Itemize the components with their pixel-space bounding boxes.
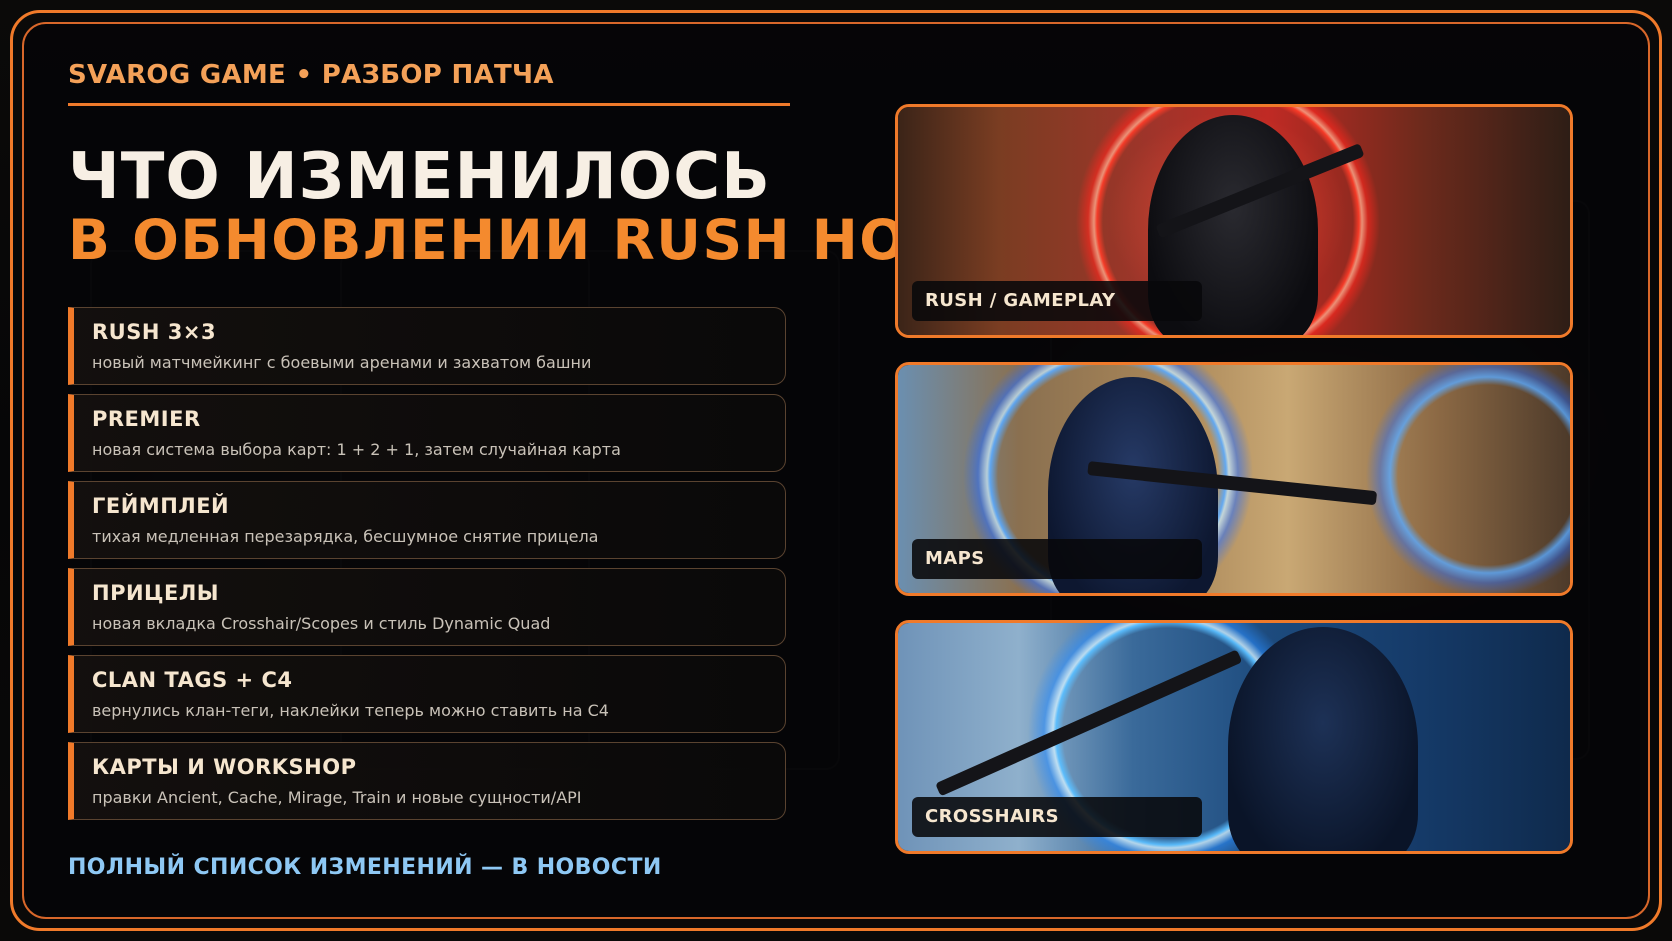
kicker: SVAROG GAME • РАЗБОР ПАТЧА	[68, 60, 554, 90]
page-subtitle: В ОБНОВЛЕНИИ RUSH HOUR	[68, 208, 998, 272]
soldier-silhouette	[1228, 627, 1418, 851]
change-item-clan-tags: CLAN TAGS + C4 вернулись клан-теги, накл…	[68, 655, 786, 733]
change-description: новая система выбора карт: 1 + 2 + 1, за…	[92, 440, 621, 459]
rifle-shape	[935, 649, 1243, 797]
change-description: вернулись клан-теги, наклейки теперь мож…	[92, 701, 609, 720]
changes-list: RUSH 3×3 новый матчмейкинг с боевыми аре…	[68, 307, 786, 829]
change-item-maps-workshop: КАРТЫ И WORKSHOP правки Ancient, Cache, …	[68, 742, 786, 820]
change-item-rush: RUSH 3×3 новый матчмейкинг с боевыми аре…	[68, 307, 786, 385]
change-description: правки Ancient, Cache, Mirage, Train и н…	[92, 788, 582, 807]
change-title: КАРТЫ И WORKSHOP	[92, 755, 357, 779]
kicker-underline	[68, 103, 790, 106]
change-title: CLAN TAGS + C4	[92, 668, 293, 692]
change-item-crosshairs: ПРИЦЕЛЫ новая вкладка Crosshair/Scopes и…	[68, 568, 786, 646]
card-label: RUSH / GAMEPLAY	[912, 281, 1202, 321]
card-label: CROSSHAIRS	[912, 797, 1202, 837]
full-changelog-link[interactable]: ПОЛНЫЙ СПИСОК ИЗМЕНЕНИЙ — В НОВОСТИ	[68, 855, 662, 880]
change-title: RUSH 3×3	[92, 320, 217, 344]
change-item-premier: PREMIER новая система выбора карт: 1 + 2…	[68, 394, 786, 472]
page-title: ЧТО ИЗМЕНИЛОСЬ	[68, 140, 771, 214]
change-title: ПРИЦЕЛЫ	[92, 581, 220, 605]
change-description: новый матчмейкинг с боевыми аренами и за…	[92, 353, 592, 372]
change-description: тихая медленная перезарядка, бесшумное с…	[92, 527, 599, 546]
card-label: MAPS	[912, 539, 1202, 579]
change-item-gameplay: ГЕЙМПЛЕЙ тихая медленная перезарядка, бе…	[68, 481, 786, 559]
card-crosshairs[interactable]: CROSSHAIRS	[895, 620, 1573, 854]
card-maps[interactable]: MAPS	[895, 362, 1573, 596]
change-description: новая вкладка Crosshair/Scopes и стиль D…	[92, 614, 551, 633]
change-title: ГЕЙМПЛЕЙ	[92, 494, 230, 518]
change-title: PREMIER	[92, 407, 201, 431]
card-rush-gameplay[interactable]: RUSH / GAMEPLAY	[895, 104, 1573, 338]
